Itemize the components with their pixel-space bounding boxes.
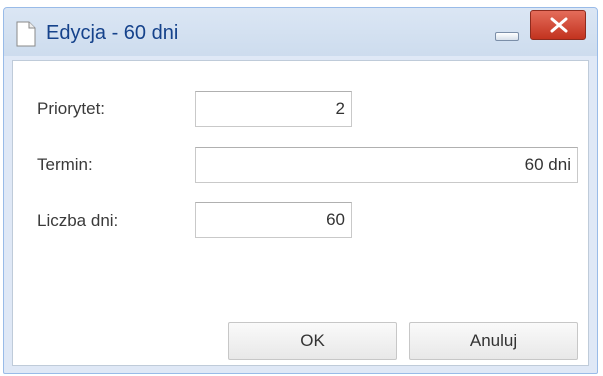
priority-label: Priorytet: bbox=[37, 99, 106, 118]
close-icon bbox=[550, 17, 568, 33]
days-field[interactable] bbox=[195, 202, 352, 238]
minimize-icon[interactable] bbox=[495, 32, 519, 41]
dialog-window: Edycja - 60 dni Priorytet: Termin: Liczb… bbox=[3, 7, 598, 374]
ok-button[interactable]: OK bbox=[228, 322, 397, 360]
term-field[interactable] bbox=[195, 147, 578, 183]
cancel-button[interactable]: Anuluj bbox=[409, 322, 578, 360]
term-label: Termin: bbox=[37, 155, 93, 174]
document-icon bbox=[16, 21, 36, 47]
title-bar[interactable]: Edycja - 60 dni bbox=[4, 8, 597, 56]
close-button[interactable] bbox=[530, 10, 586, 40]
window-title: Edycja - 60 dni bbox=[46, 22, 179, 44]
priority-field[interactable] bbox=[195, 91, 352, 127]
dialog-body: Priorytet: Termin: Liczba dni: OK Anuluj bbox=[12, 60, 589, 366]
days-label: Liczba dni: bbox=[37, 211, 119, 230]
